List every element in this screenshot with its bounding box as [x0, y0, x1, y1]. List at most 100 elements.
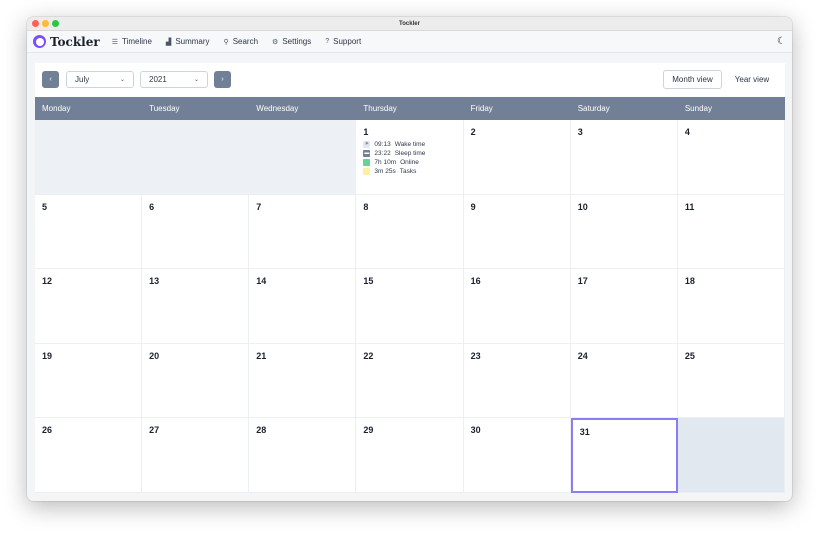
day-number: 11: [684, 201, 695, 212]
calendar-day-11[interactable]: 11: [677, 194, 785, 270]
calendar-day-3[interactable]: 3: [570, 120, 678, 195]
event-wake-time: ☀ 09:13 Wake time: [363, 141, 455, 148]
calendar-day-25[interactable]: 25: [677, 343, 785, 419]
maximize-window-button[interactable]: [52, 20, 59, 27]
year-view-button[interactable]: Year view: [727, 70, 777, 89]
calendar-day-29[interactable]: 29: [356, 418, 464, 493]
tasks-label: Tasks: [399, 168, 417, 175]
calendar-day-31-selected[interactable]: 31: [570, 418, 678, 493]
calendar-day-5[interactable]: 5: [35, 194, 143, 270]
bed-icon: ▬: [363, 150, 371, 157]
day-number: 17: [577, 276, 588, 287]
brand[interactable]: Tockler: [33, 35, 100, 49]
tasks-value: 3m 25s: [374, 168, 396, 175]
year-select[interactable]: 2021 ⌄: [140, 71, 208, 88]
day-number: 22: [363, 350, 374, 361]
nav-support-label: Support: [333, 37, 362, 46]
weekday-monday: Monday: [42, 104, 71, 113]
next-month-button[interactable]: ›: [214, 71, 231, 88]
day-number: 7: [256, 201, 262, 212]
event-online: 7h 10m Online: [363, 159, 455, 166]
calendar-day-24[interactable]: 24: [570, 343, 678, 419]
calendar-day-4[interactable]: 4: [677, 120, 785, 195]
calendar-day-6[interactable]: 6: [142, 194, 250, 270]
app-window: Tockler Tockler ☰ Timeline ▟ Summary ⚲ S…: [27, 17, 792, 501]
day-number: 21: [256, 350, 267, 361]
prev-month-button[interactable]: ‹: [42, 71, 59, 88]
event-sleep-time: ▬ 23:22 Sleep time: [363, 150, 455, 157]
chevron-down-icon: ⌄: [193, 77, 199, 83]
search-icon: ⚲: [223, 38, 229, 46]
calendar-toolbar: ‹ July ⌄ 2021 ⌄ › Month view Year view: [35, 63, 785, 97]
calendar-day-15[interactable]: 15: [356, 269, 464, 344]
nav-support[interactable]: ? Support: [325, 37, 361, 46]
day-number: 8: [363, 201, 369, 212]
title-bar: Tockler: [27, 17, 792, 31]
window-title: Tockler: [399, 20, 420, 27]
sun-icon: ☀: [363, 141, 371, 148]
calendar-day-28[interactable]: 28: [249, 418, 357, 493]
weekday-friday: Friday: [470, 104, 493, 113]
timeline-icon: ☰: [111, 38, 118, 46]
calendar-day-23[interactable]: 23: [463, 343, 571, 419]
event-tasks: 3m 25s Tasks: [363, 168, 455, 175]
gear-icon: ⚙: [272, 38, 279, 46]
day-number: 23: [470, 350, 481, 361]
day-number: 1: [363, 127, 369, 137]
month-view-label: Month view: [672, 75, 713, 84]
calendar-day-17[interactable]: 17: [570, 269, 678, 344]
calendar-day-27[interactable]: 27: [142, 418, 250, 493]
navbar: Tockler ☰ Timeline ▟ Summary ⚲ Search ⚙ …: [27, 31, 792, 53]
chevron-right-icon: ›: [221, 76, 224, 83]
month-view-button[interactable]: Month view: [663, 70, 722, 89]
weekday-sunday: Sunday: [684, 104, 712, 113]
calendar-panel: ‹ July ⌄ 2021 ⌄ › Month view Year view M…: [35, 63, 785, 493]
calendar-day-2[interactable]: 2: [463, 120, 571, 195]
day-number: 13: [149, 276, 160, 287]
chart-icon: ▟: [165, 38, 172, 46]
day-number: 18: [684, 276, 695, 287]
nav-search[interactable]: ⚲ Search: [224, 37, 259, 46]
day-number: 9: [470, 201, 476, 212]
calendar-day-7[interactable]: 7: [249, 194, 357, 270]
calendar-day-16[interactable]: 16: [463, 269, 571, 344]
calendar-day-18[interactable]: 18: [677, 269, 785, 344]
day-number: 29: [363, 425, 374, 436]
nav-timeline-label: Timeline: [121, 37, 152, 46]
calendar-day-8[interactable]: 8: [356, 194, 464, 270]
calendar-cell-empty: [249, 120, 357, 195]
weekday-saturday: Saturday: [577, 104, 610, 113]
calendar-day-12[interactable]: 12: [35, 269, 143, 344]
calendar-day-13[interactable]: 13: [142, 269, 250, 344]
nav-settings[interactable]: ⚙ Settings: [272, 37, 311, 46]
nav-timeline[interactable]: ☰ Timeline: [112, 37, 152, 46]
calendar-day-20[interactable]: 20: [142, 343, 250, 419]
close-window-button[interactable]: [32, 20, 39, 27]
sleep-time-value: 23:22: [374, 150, 391, 157]
wake-time-label: Wake time: [394, 141, 426, 148]
calendar-day-30[interactable]: 30: [463, 418, 571, 493]
calendar-day-26[interactable]: 26: [35, 418, 143, 493]
day-number: 4: [684, 127, 690, 137]
calendar-day-21[interactable]: 21: [249, 343, 357, 419]
day-number: 15: [363, 276, 374, 287]
day-number: 30: [470, 425, 481, 436]
day-number: 12: [42, 276, 53, 287]
calendar-cell-empty: [35, 120, 143, 195]
day-number: 31: [579, 427, 590, 438]
nav-summary-label: Summary: [175, 37, 210, 46]
year-select-value: 2021: [149, 75, 167, 84]
calendar-day-22[interactable]: 22: [356, 343, 464, 419]
calendar-day-10[interactable]: 10: [570, 194, 678, 270]
calendar-day-9[interactable]: 9: [463, 194, 571, 270]
calendar-day-19[interactable]: 19: [35, 343, 143, 419]
nav-summary[interactable]: ▟ Summary: [166, 37, 210, 46]
month-select[interactable]: July ⌄: [66, 71, 134, 88]
calendar-day-1[interactable]: 1 ☀ 09:13 Wake time ▬ 23:22 Sleep time 7…: [356, 120, 464, 195]
year-view-label: Year view: [734, 75, 770, 84]
weekday-tuesday: Tuesday: [149, 104, 180, 113]
weekday-thursday: Thursday: [363, 104, 397, 113]
moon-icon[interactable]: ☾: [777, 36, 786, 47]
minimize-window-button[interactable]: [42, 20, 49, 27]
calendar-day-14[interactable]: 14: [249, 269, 357, 344]
